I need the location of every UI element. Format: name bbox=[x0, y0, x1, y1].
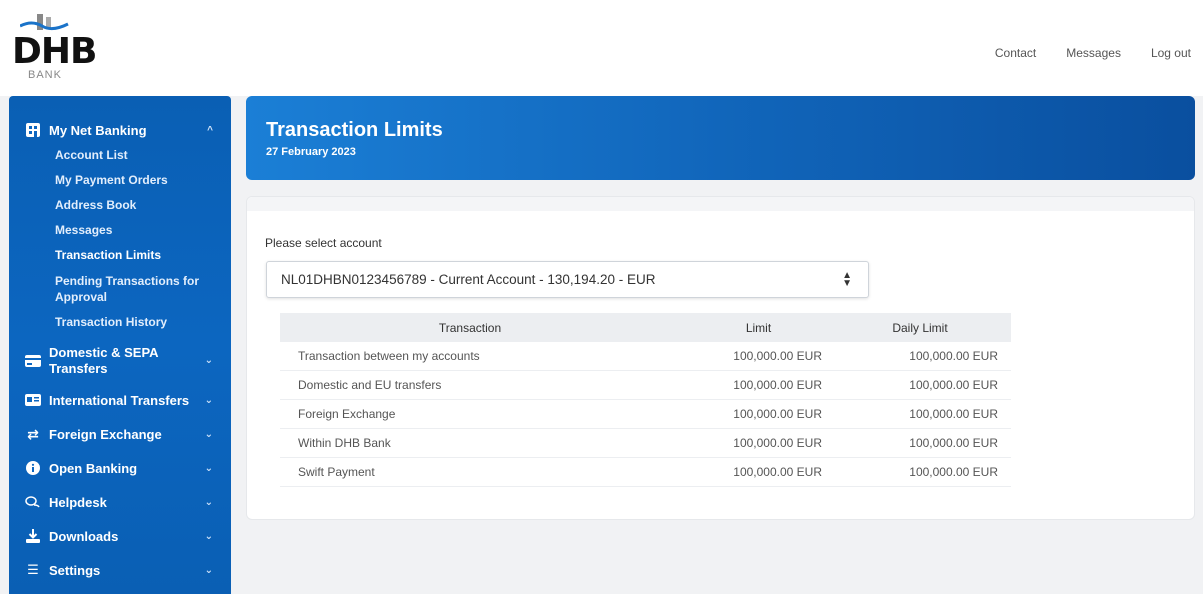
nav-international-transfers[interactable]: International Transfers ⌄ bbox=[9, 383, 231, 417]
nav-downloads[interactable]: Downloads ⌄ bbox=[9, 519, 231, 553]
logo-mark-icon bbox=[20, 14, 69, 31]
list-settings-icon: ☰ bbox=[27, 562, 39, 577]
nav-settings-label: Settings bbox=[49, 562, 101, 578]
page-title: Transaction Limits bbox=[266, 119, 443, 141]
cell-limit: 100,000.00 EUR bbox=[733, 465, 822, 479]
nav-helpdesk[interactable]: Helpdesk ⌄ bbox=[9, 485, 231, 519]
sidebar-item-messages[interactable]: Messages bbox=[55, 218, 231, 243]
nav-settings[interactable]: ☰ Settings ⌄ bbox=[9, 553, 231, 587]
nav-helpdesk-label: Helpdesk bbox=[49, 494, 107, 510]
cell-limit: 100,000.00 EUR bbox=[733, 378, 822, 392]
nav-submenu: Account List My Payment Orders Address B… bbox=[9, 143, 231, 335]
chevron-down-icon: ⌄ bbox=[204, 530, 213, 542]
download-icon bbox=[25, 528, 41, 544]
dhb-bank-logo[interactable]: DHB BANK bbox=[12, 14, 102, 90]
account-select-label: Please select account bbox=[265, 236, 382, 250]
nav-domestic-sepa-transfers[interactable]: Domestic & SEPA Transfers ⌄ bbox=[9, 339, 231, 383]
chevron-down-icon: ⌄ bbox=[204, 355, 213, 366]
page-header-banner: Transaction Limits 27 February 2023 bbox=[246, 96, 1195, 180]
column-header-transaction: Transaction bbox=[438, 320, 502, 335]
transaction-limits-card: Please select account NL01DHBN0123456789… bbox=[246, 196, 1195, 520]
logout-link[interactable]: Log out bbox=[1151, 46, 1191, 60]
sidebar: My Net Banking ^ Account List My Payment… bbox=[9, 96, 231, 594]
nav-international-transfers-label: International Transfers bbox=[49, 392, 190, 408]
info-icon bbox=[25, 460, 41, 476]
chevron-down-icon: ⌄ bbox=[204, 496, 213, 508]
chevron-up-icon: ^ bbox=[207, 124, 213, 136]
nav-group-my-net-banking: My Net Banking ^ Account List My Payment… bbox=[9, 118, 231, 335]
sidebar-item-my-payment-orders[interactable]: My Payment Orders bbox=[55, 168, 231, 193]
nav-domestic-sepa-transfers-label: Domestic & SEPA Transfers bbox=[49, 345, 159, 376]
sidebar-item-address-book[interactable]: Address Book bbox=[55, 193, 231, 218]
card-icon bbox=[25, 353, 41, 369]
sidebar-item-pending-transactions[interactable]: Pending Transactions for Approval bbox=[55, 268, 231, 310]
table-row: Within DHB Bank 100,000.00 EUR 100,000.0… bbox=[280, 429, 1011, 458]
nav-open-banking-label: Open Banking bbox=[49, 460, 138, 476]
table-row: Domestic and EU transfers 100,000.00 EUR… bbox=[280, 371, 1011, 400]
table-row: Swift Payment 100,000.00 EUR 100,000.00 … bbox=[280, 458, 1011, 487]
id-card-icon bbox=[25, 392, 41, 408]
chevron-down-icon: ⌄ bbox=[204, 564, 213, 576]
sidebar-item-transaction-limits[interactable]: Transaction Limits bbox=[55, 243, 231, 268]
cell-daily-limit: 100,000.00 EUR bbox=[909, 349, 998, 363]
logo-subtext: BANK bbox=[28, 69, 62, 81]
column-header-daily-limit: Daily Limit bbox=[892, 320, 948, 335]
cell-transaction: Transaction between my accounts bbox=[298, 349, 480, 363]
table-row: Foreign Exchange 100,000.00 EUR 100,000.… bbox=[280, 400, 1011, 429]
account-select-value: NL01DHBN0123456789 - Current Account - 1… bbox=[281, 272, 656, 287]
cell-transaction: Foreign Exchange bbox=[298, 407, 396, 421]
table-row: Transaction between my accounts 100,000.… bbox=[280, 342, 1011, 371]
nav-my-net-banking[interactable]: My Net Banking ^ bbox=[9, 118, 231, 142]
exchange-icon: ⇄ bbox=[27, 425, 39, 442]
building-icon bbox=[25, 122, 41, 138]
cell-transaction: Domestic and EU transfers bbox=[298, 378, 442, 392]
select-arrows-icon: ▲ ▼ bbox=[842, 270, 852, 289]
column-header-limit: Limit bbox=[745, 320, 772, 335]
limits-table: Transaction Limit Daily Limit Transactio… bbox=[280, 313, 1011, 487]
cell-limit: 100,000.00 EUR bbox=[733, 407, 822, 421]
top-links: Contact Messages Log out bbox=[995, 46, 1191, 60]
top-bar: DHB BANK Contact Messages Log out bbox=[0, 0, 1203, 96]
sidebar-item-transaction-history[interactable]: Transaction History bbox=[55, 310, 231, 335]
account-select[interactable]: NL01DHBN0123456789 - Current Account - 1… bbox=[266, 261, 869, 298]
cell-limit: 100,000.00 EUR bbox=[733, 349, 822, 363]
nav-downloads-label: Downloads bbox=[49, 528, 119, 544]
nav-open-banking[interactable]: Open Banking ⌄ bbox=[9, 451, 231, 485]
contact-link[interactable]: Contact bbox=[995, 46, 1036, 60]
cell-daily-limit: 100,000.00 EUR bbox=[909, 378, 998, 392]
nav-foreign-exchange-label: Foreign Exchange bbox=[49, 426, 162, 442]
chevron-down-icon: ⌄ bbox=[204, 428, 213, 440]
sidebar-item-account-list[interactable]: Account List bbox=[55, 143, 231, 168]
table-header: Transaction Limit Daily Limit bbox=[280, 313, 1011, 342]
page-date: 27 February 2023 bbox=[266, 146, 356, 158]
chat-icon bbox=[25, 494, 41, 510]
cell-daily-limit: 100,000.00 EUR bbox=[909, 407, 998, 421]
cell-transaction: Within DHB Bank bbox=[298, 436, 391, 450]
logo-text: DHB bbox=[12, 31, 97, 72]
messages-link[interactable]: Messages bbox=[1066, 46, 1121, 60]
nav-foreign-exchange[interactable]: ⇄ Foreign Exchange ⌄ bbox=[9, 417, 231, 451]
nav-my-net-banking-label: My Net Banking bbox=[49, 122, 147, 138]
cell-daily-limit: 100,000.00 EUR bbox=[909, 436, 998, 450]
cell-transaction: Swift Payment bbox=[298, 465, 375, 479]
card-top-strip bbox=[247, 197, 1194, 211]
cell-daily-limit: 100,000.00 EUR bbox=[909, 465, 998, 479]
chevron-down-icon: ⌄ bbox=[204, 394, 213, 406]
cell-limit: 100,000.00 EUR bbox=[733, 436, 822, 450]
chevron-down-icon: ⌄ bbox=[204, 462, 213, 474]
